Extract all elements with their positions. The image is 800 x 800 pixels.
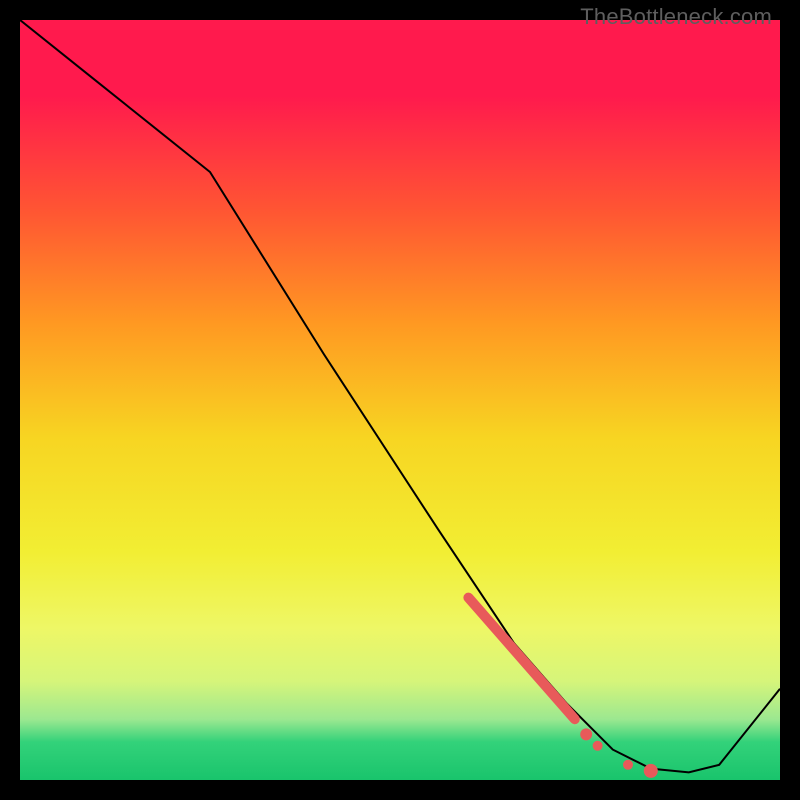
watermark-text: TheBottleneck.com [580,4,772,30]
chart-frame [0,0,800,800]
